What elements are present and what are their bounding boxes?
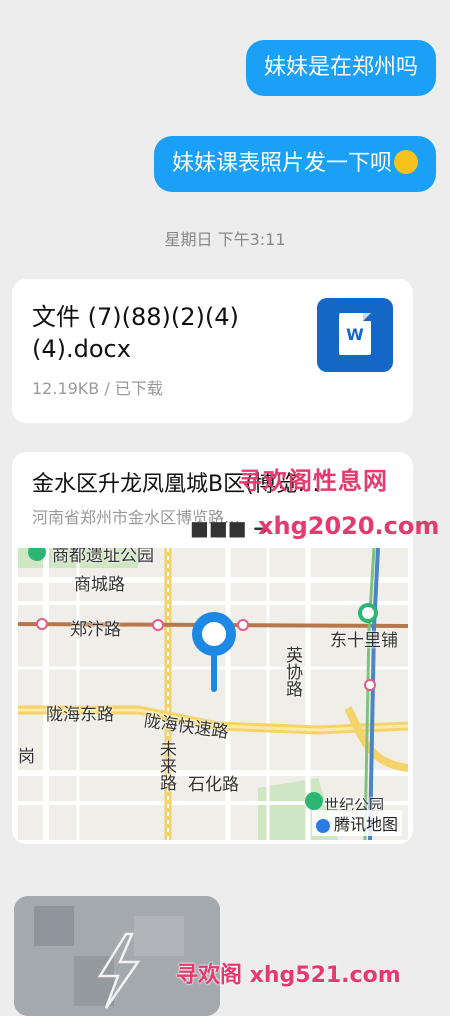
map-label: 岗 [18, 747, 35, 767]
map-label: 石化路 [188, 775, 239, 795]
word-doc-icon: W [317, 298, 393, 372]
file-size: 12.19KB [32, 379, 100, 398]
location-card[interactable]: 金水区升龙凤凰城B区(博览… 河南省郑州市金水区博览路… 商都遗址公园 商城路 … [12, 452, 413, 844]
message-text: 妹妹是在郑州吗 [263, 55, 418, 80]
map-label: 英协路 [282, 646, 302, 697]
file-meta: 12.19KB / 已下载 [32, 379, 163, 398]
watermark-text: 寻欢阁性息网 [238, 467, 388, 495]
file-name: 文件 (7)(88)(2)(4)(4).docx [32, 303, 239, 363]
timestamp: 星期日 下午3:11 [164, 230, 286, 249]
file-card[interactable]: 文件 (7)(88)(2)(4)(4).docx 12.19KB / 已下载 W [12, 279, 413, 423]
message-text: 妹妹课表照片发一下呗 [171, 151, 392, 176]
file-status: 已下载 [114, 379, 163, 398]
map-preview[interactable]: 商都遗址公园 商城路 郑汴路 东十里铺 英协路 陇海东路 陇海快速路 未来路 石… [18, 548, 408, 840]
map-label: 未来路 [156, 740, 176, 791]
map-label: 商城路 [74, 575, 125, 595]
map-label: 郑汴路 [70, 620, 121, 640]
compass-icon [315, 818, 330, 833]
watermark-url: xhg2020.com [258, 512, 440, 540]
map-label: 陇海东路 [46, 705, 114, 725]
watermark-url-bottom: 寻欢阁 xhg521.com [176, 963, 401, 988]
map-label: 商都遗址公园 [52, 548, 154, 566]
hug-emoji-icon [394, 150, 418, 174]
image-message-thumbnail[interactable] [14, 896, 220, 1016]
message-bubble[interactable]: 妹妹是在郑州吗 [245, 40, 436, 96]
lightning-icon [14, 896, 220, 1016]
map-label: 东十里铺 [330, 631, 398, 651]
map-brand: 腾讯地图 [311, 810, 402, 836]
message-bubble[interactable]: 妹妹课表照片发一下呗 [153, 136, 436, 192]
